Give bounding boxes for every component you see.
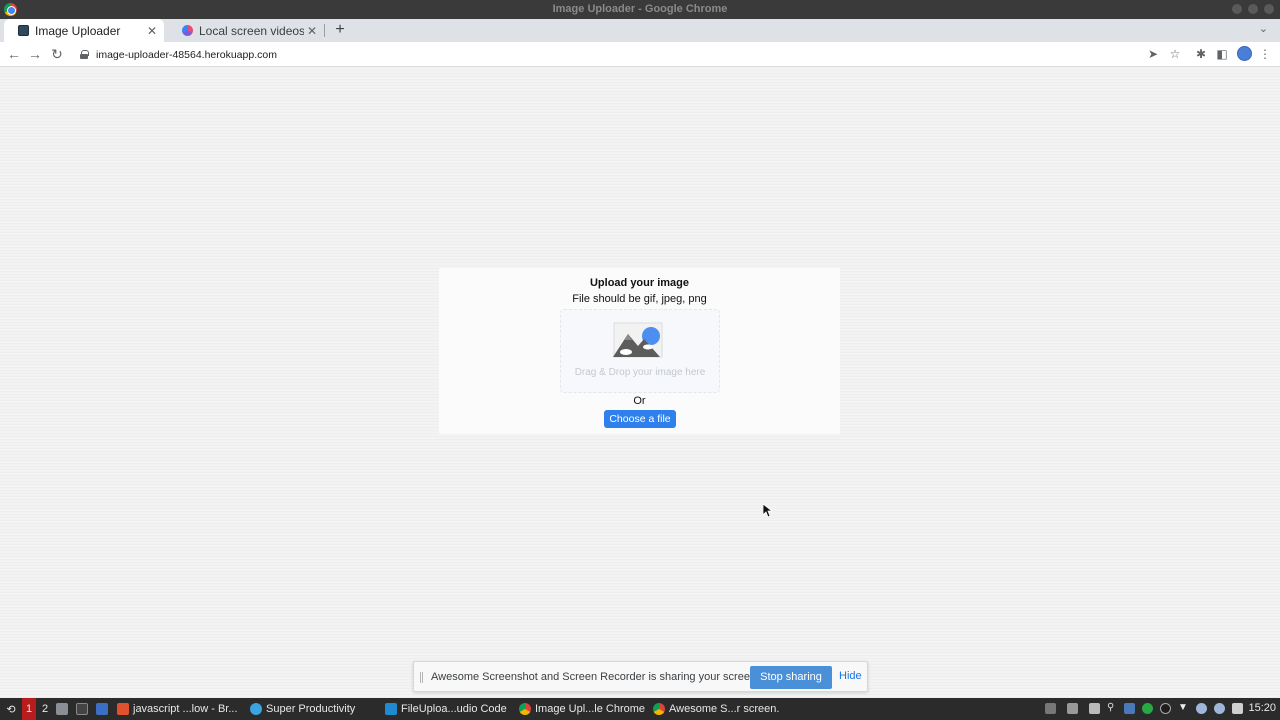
tab-local-screen-videos[interactable]: Local screen videos ✕ [168, 19, 324, 42]
screen-share-bar: Awesome Screenshot and Screen Recorder i… [413, 661, 868, 692]
taskbar-item-vscode[interactable]: FileUploa...udio Code [385, 698, 513, 720]
back-arrow-icon[interactable]: ← [5, 45, 23, 63]
drop-zone-text: Drag & Drop your image here [574, 367, 706, 378]
awesome-screenshot-favicon-icon [182, 25, 193, 36]
menu-kebab-icon[interactable]: ⋮ [1256, 45, 1274, 63]
wifi-icon[interactable]: ▼ [1178, 702, 1189, 713]
or-separator: Or [633, 395, 646, 407]
workspace-1[interactable]: 1 [22, 698, 36, 720]
vscode-icon [385, 703, 397, 715]
extensions-puzzle-icon[interactable]: ✱ [1192, 45, 1210, 63]
tray-app-icon[interactable] [1160, 703, 1171, 714]
browser-toolbar: ← → ↻ image-uploader-48564.herokuapp.com… [0, 42, 1280, 67]
close-icon[interactable]: ✕ [144, 24, 160, 38]
choose-file-button[interactable]: Choose a file [604, 410, 676, 428]
reload-icon[interactable]: ↻ [48, 45, 66, 63]
upload-subtitle: File should be gif, jpeg, png [572, 293, 707, 305]
taskbar-item-label: FileUploa...udio Code [401, 703, 507, 715]
stop-sharing-button[interactable]: Stop sharing [750, 666, 832, 689]
tab-label: Image Uploader [35, 23, 121, 38]
taskbar-item-brave[interactable]: javascript ...low - Br... [117, 698, 245, 720]
tray-app-icon[interactable] [1067, 703, 1078, 714]
tab-separator [324, 24, 325, 37]
hide-button[interactable]: Hide [839, 670, 862, 682]
taskbar-item-label: Super Productivity [266, 703, 356, 715]
start-menu-icon[interactable]: ⟲ [3, 698, 19, 720]
window-controls [1232, 4, 1274, 14]
super-productivity-icon [250, 703, 262, 715]
taskbar-item-label: javascript ...low - Br... [133, 703, 238, 715]
drop-zone[interactable]: Drag & Drop your image here [560, 309, 720, 393]
tray-app-icon[interactable] [1214, 703, 1225, 714]
chrome-icon [519, 703, 531, 715]
url-text: image-uploader-48564.herokuapp.com [96, 48, 277, 61]
window-title: Image Uploader - Google Chrome [552, 3, 728, 15]
profile-avatar[interactable] [1237, 46, 1252, 61]
tray-app-icon[interactable] [1045, 703, 1056, 714]
volume-icon[interactable] [1232, 703, 1243, 714]
bookmark-star-icon[interactable]: ☆ [1166, 45, 1184, 63]
tray-app-icon[interactable] [1124, 703, 1135, 714]
lock-icon[interactable] [80, 50, 89, 59]
workspace-2[interactable]: 2 [38, 698, 52, 720]
tab-image-uploader[interactable]: Image Uploader ✕ [4, 19, 164, 42]
chrome-icon [653, 703, 665, 715]
upload-title: Upload your image [589, 277, 690, 289]
window-titlebar: Image Uploader - Google Chrome [0, 0, 1280, 19]
address-bar[interactable]: image-uploader-48564.herokuapp.com [72, 45, 1132, 64]
new-tab-button[interactable]: + [332, 21, 348, 39]
clock[interactable]: 15:20 [1248, 702, 1276, 714]
forward-arrow-icon[interactable]: → [26, 45, 44, 63]
tab-search-icon[interactable]: ⌄ [1259, 22, 1268, 35]
minimize-button[interactable] [1232, 4, 1242, 14]
taskbar-item-chrome-uploader[interactable]: Image Upl...le Chrome [519, 698, 647, 720]
brave-icon [117, 703, 129, 715]
maximize-button[interactable] [1248, 4, 1258, 14]
taskbar-item-label: Awesome S...r screen. [669, 703, 780, 715]
taskbar-item-label: Image Upl...le Chrome [535, 703, 646, 715]
drag-handle-icon[interactable] [420, 672, 423, 683]
mouse-cursor-icon [763, 504, 773, 518]
close-icon[interactable]: ✕ [304, 24, 320, 38]
taskbar-item-chrome-awesome[interactable]: Awesome S...r screen. [653, 698, 781, 720]
keyboard-icon[interactable] [1089, 703, 1100, 714]
taskbar: ⟲ 1 2 javascript ...low - Br... Super Pr… [0, 698, 1280, 720]
location-pin-icon[interactable]: ⚲ [1107, 702, 1118, 713]
tab-strip: Image Uploader ✕ Local screen videos ✕ +… [0, 19, 1280, 42]
upload-card: Upload your image File should be gif, jp… [439, 268, 840, 434]
page-content: Upload your image File should be gif, jp… [0, 68, 1280, 698]
send-tab-icon[interactable]: ➤ [1144, 45, 1162, 63]
image-uploader-favicon-icon [18, 25, 29, 36]
file-manager-icon[interactable] [56, 698, 72, 720]
close-window-button[interactable] [1264, 4, 1274, 14]
desktop-icon[interactable] [96, 698, 112, 720]
image-placeholder-icon [613, 322, 663, 358]
taskbar-item-super-productivity[interactable]: Super Productivity [250, 698, 378, 720]
tray-app-icon[interactable] [1142, 703, 1153, 714]
side-panel-icon[interactable]: ◧ [1213, 45, 1231, 63]
tray-app-icon[interactable] [1196, 703, 1207, 714]
terminal-icon[interactable] [76, 698, 92, 720]
tab-label: Local screen videos [199, 23, 304, 38]
share-message: Awesome Screenshot and Screen Recorder i… [431, 671, 760, 683]
